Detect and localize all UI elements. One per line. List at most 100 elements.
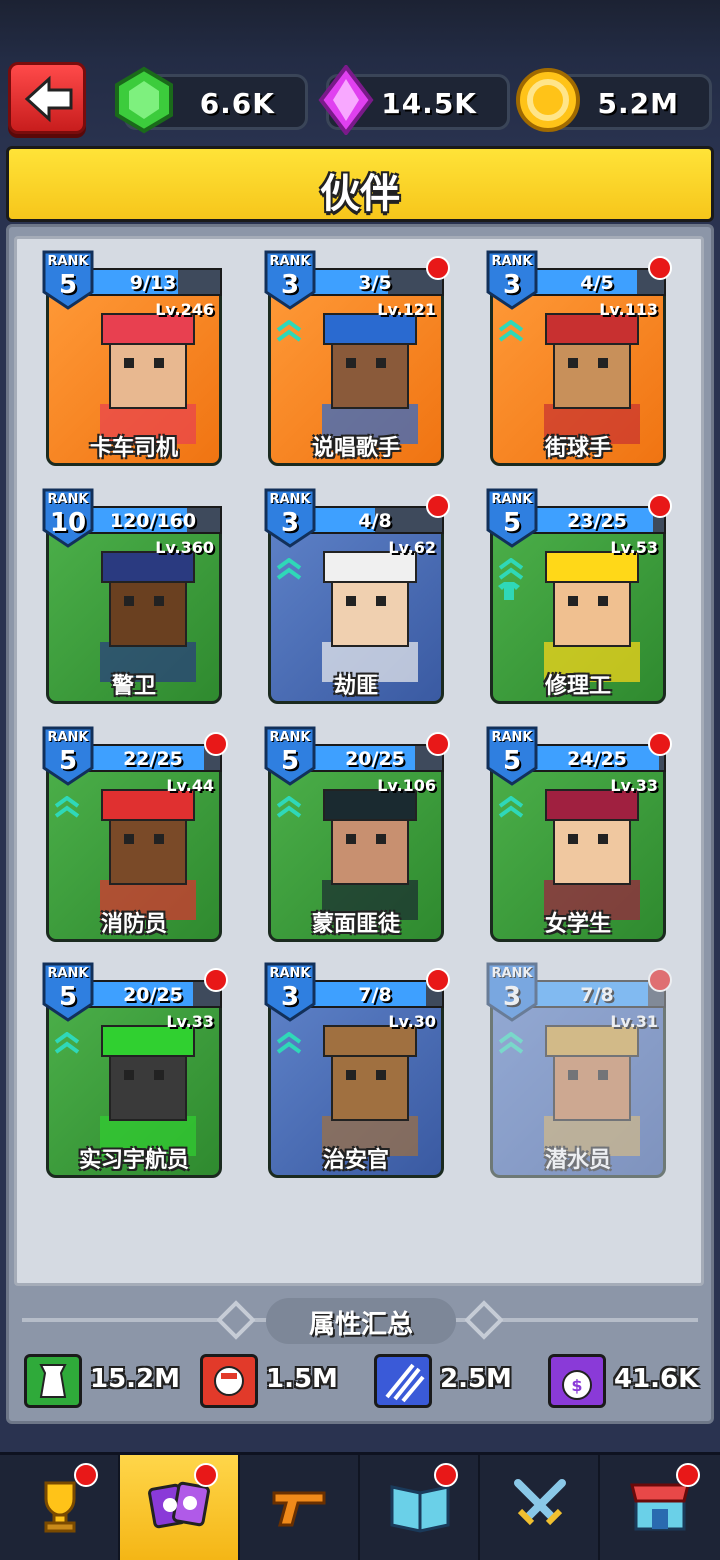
crystal-counter[interactable]: 14.5K [318,65,510,135]
rank-number: 5 [58,982,78,1012]
upgrade-chevron-icon [498,320,524,342]
partner-card[interactable]: 7/8 RANK 3 Lv.30 治安官 [262,960,450,1178]
upgrade-chevron-icon [276,558,302,580]
rank-badge: RANK 5 [262,724,318,788]
rank-number: 5 [280,746,300,776]
upgrade-chevron-icon [276,1032,302,1054]
tower-icon [24,1354,82,1408]
rank-badge: RANK 5 [40,724,96,788]
nav-tab-trophy[interactable] [0,1455,120,1560]
nav-tab-partners[interactable] [120,1455,240,1560]
rank-badge: RANK 5 [484,724,540,788]
partner-avatar [544,1025,640,1156]
swords-icon [514,1479,566,1526]
partner-level: Lv.33 [166,1012,214,1031]
partner-avatar [322,551,418,682]
partner-progress: 4/5 [528,268,666,296]
coin-counter[interactable]: 5.2M [516,68,712,132]
nav-trophy-badge [74,1463,98,1487]
partner-card[interactable]: 3/5 RANK 3 Lv.121 说唱歌手 [262,248,450,466]
rank-label: RANK [47,254,89,269]
partner-card[interactable]: 9/13 RANK 5 Lv.246 卡车司机 [40,248,222,466]
partner-name: 女学生 [544,912,611,937]
rank-badge: RANK 3 [484,248,540,312]
rank-number: 5 [58,270,78,300]
rank-number: 3 [280,508,300,538]
partner-name: 蒙面匪徒 [311,912,400,937]
nav-tab-book[interactable] [360,1455,480,1560]
partner-progress: 20/25 [306,744,444,772]
partner-level: Lv.106 [377,776,436,795]
partner-progress-text: 9/13 [129,272,177,294]
rank-label: RANK [269,492,311,507]
partner-avatar [322,313,418,444]
partner-card[interactable]: 20/25 RANK 5 Lv.33 实习宇航员 [40,960,228,1178]
partner-name: 修理工 [544,674,611,699]
partner-avatar [322,789,418,920]
notification-dot [204,732,228,756]
partner-card[interactable]: 20/25 RANK 5 Lv.106 蒙面匪徒 [262,724,450,942]
nav-tab-battle[interactable] [480,1455,600,1560]
partner-progress: 120/160 [84,506,222,534]
upgrade-chevron-icon [54,1032,80,1054]
nav-tab-shop[interactable] [600,1455,720,1560]
upgrade-chevron-icon [276,796,302,818]
gun-icon [272,1491,326,1527]
nav-tab-weapons[interactable] [240,1455,360,1560]
partner-progress: 22/25 [84,744,222,772]
rank-label: RANK [269,254,311,269]
back-button[interactable] [8,62,86,134]
notification-dot [648,732,672,756]
rank-badge: RANK 3 [262,486,318,550]
rank-badge: RANK 10 [40,486,96,550]
svg-text:$: $ [571,1376,582,1395]
fist-icon [200,1354,258,1408]
notification-dot [648,494,672,518]
rank-label: RANK [491,966,533,981]
bottom-nav [0,1452,720,1560]
partner-card[interactable]: 23/25 RANK 5 Lv.53 修理工 [484,486,672,704]
top-bar: 6.6K 14.5K 5.2M [0,60,720,140]
rank-number: 5 [58,746,78,776]
rank-number: 3 [280,982,300,1012]
partner-level: Lv.31 [610,1012,658,1031]
partner-level: Lv.121 [377,300,436,319]
partner-avatar [100,789,196,920]
nav-book-badge [434,1463,458,1487]
stat-claw-value: 2.5M [440,1364,512,1394]
partner-level: Lv.30 [388,1012,436,1031]
partner-level: Lv.53 [610,538,658,557]
notification-dot [426,494,450,518]
rank-label: RANK [269,730,311,745]
claw-icon [374,1354,432,1408]
partner-progress: 7/8 [528,980,666,1008]
rank-badge: RANK 5 [40,960,96,1024]
stat-money-value: 41.6K [614,1364,699,1394]
partner-progress-text: 7/8 [358,984,392,1006]
partner-avatar [100,1025,196,1156]
rank-label: RANK [269,966,311,981]
nav-partners-badge [194,1463,218,1487]
rank-label: RANK [47,730,89,745]
partner-progress-text: 23/25 [567,510,627,532]
partner-card[interactable]: 4/5 RANK 3 Lv.113 街球手 [484,248,672,466]
gem-counter[interactable]: 6.6K [115,66,308,134]
partner-card[interactable]: 24/25 RANK 5 Lv.33 女学生 [484,724,672,942]
partner-level: Lv.113 [599,300,658,319]
rank-label: RANK [491,730,533,745]
partner-card[interactable]: 22/25 RANK 5 Lv.44 消防员 [40,724,228,942]
rank-label: RANK [491,254,533,269]
partner-progress: 23/25 [528,506,666,534]
notification-dot [204,968,228,992]
partner-progress-text: 4/8 [358,510,392,532]
upgrade-chevron-icon [498,1032,524,1054]
partner-card[interactable]: 4/8 RANK 3 Lv.62 劫匪 [262,486,450,704]
partner-card[interactable]: 7/8 RANK 3 Lv.31 潜水员 [484,960,672,1178]
partner-progress-text: 24/25 [567,748,627,770]
partner-avatar [100,551,196,682]
nav-shop-badge [676,1463,700,1487]
partner-card[interactable]: 120/160 RANK 10 Lv.360 警卫 [40,486,222,704]
rank-number: 3 [280,270,300,300]
page-title: 伙伴 [320,171,400,217]
partner-name: 潜水员 [544,1148,611,1173]
